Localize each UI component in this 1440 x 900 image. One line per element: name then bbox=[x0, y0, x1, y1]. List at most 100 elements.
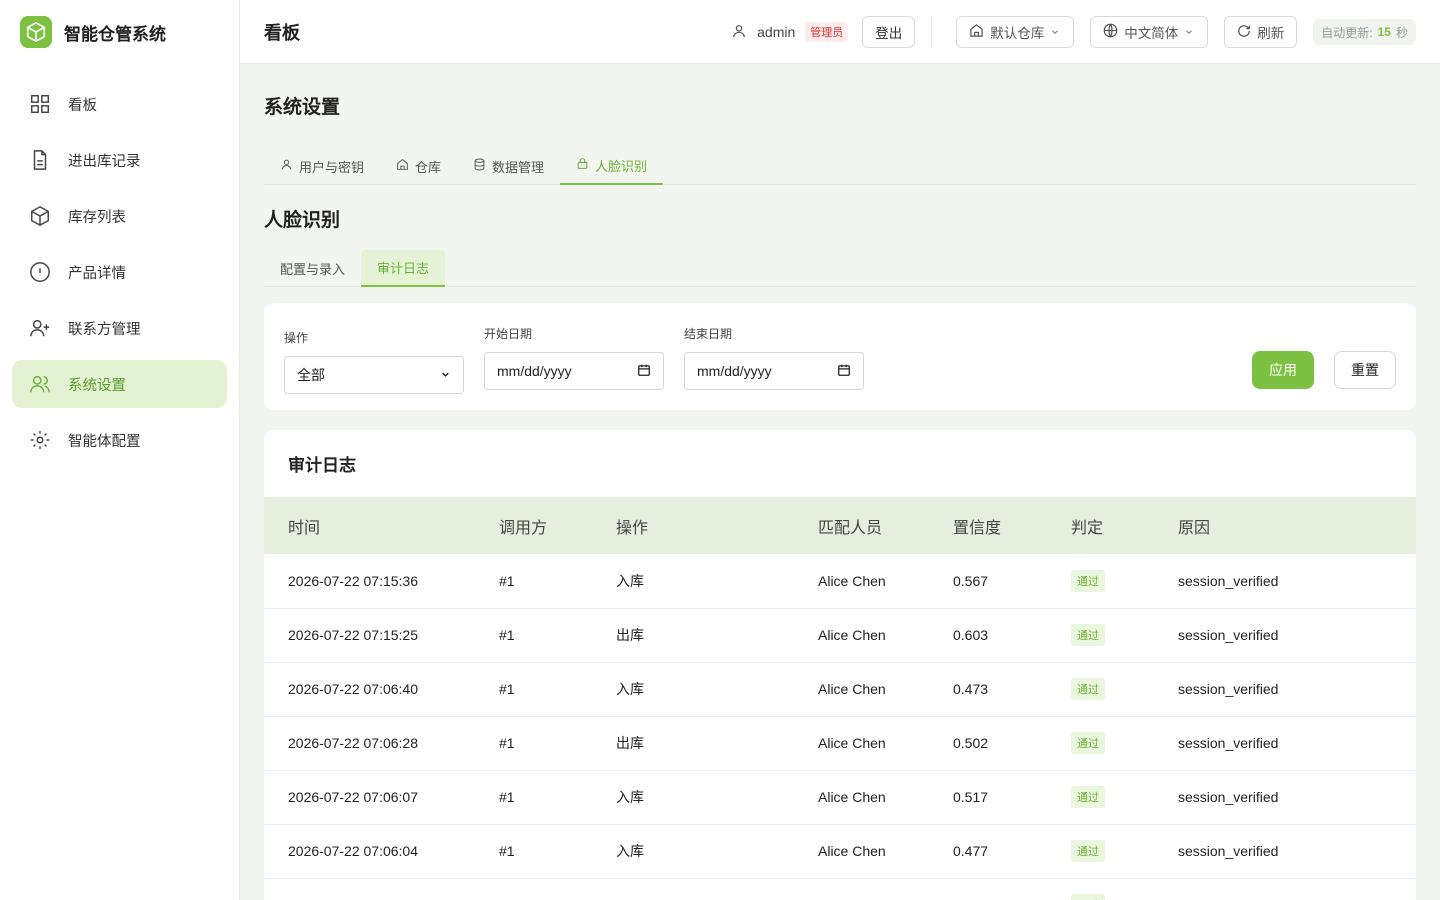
user-info: admin 管理员 bbox=[731, 22, 849, 42]
table-cell: Alice Chen bbox=[818, 770, 953, 825]
table-cell: Alice Chen bbox=[818, 662, 953, 717]
subtab-audit-log[interactable]: 审计日志 bbox=[361, 250, 446, 287]
tab-users-keys[interactable]: 用户与密钥 bbox=[264, 147, 380, 185]
globe-icon bbox=[1103, 23, 1118, 41]
table-cell: 2026-07-22 07:15:25 bbox=[264, 608, 499, 663]
table-cell: 出库 bbox=[616, 716, 818, 771]
top-header: 看板 admin 管理员 登出 默认仓库 中文简体 刷新 自动更新: 15 秒 bbox=[240, 0, 1440, 64]
verdict-cell: 通过 bbox=[1071, 662, 1178, 717]
sidebar-item-records[interactable]: 进出库记录 bbox=[12, 136, 227, 184]
brand: 智能仓管系统 bbox=[0, 0, 239, 64]
column-header: 操作 bbox=[616, 519, 649, 537]
table-cell: session_verified bbox=[1178, 824, 1416, 879]
table-header-row: 时间 调用方 操作 匹配人员 置信度 判定 原因 bbox=[264, 497, 1416, 554]
table-row: 2026-07-22 07:06:40 #1 入库 Alice Chen 0.473 通过… bbox=[264, 662, 1416, 717]
table-row: 2026-07-22 07:15:36 #1 入库 Alice Chen 0.567 通过… bbox=[264, 554, 1416, 609]
table-cell: session_verified bbox=[1178, 554, 1416, 609]
sidebar: 智能仓管系统 看板 进出库记录 库存列表 产品详情 联系方管理 系统设置 智能体… bbox=[0, 0, 240, 900]
column-header: 判定 bbox=[1071, 519, 1104, 537]
operation-value: 全部 bbox=[297, 367, 325, 383]
table-cell: session_verified bbox=[1178, 770, 1416, 825]
table-cell: 入库 bbox=[616, 662, 818, 717]
sidebar-item-contacts[interactable]: 联系方管理 bbox=[12, 304, 227, 352]
column-header: 时间 bbox=[288, 519, 321, 537]
role-badge: 管理员 bbox=[805, 22, 849, 42]
sidebar-item-label: 智能体配置 bbox=[68, 433, 141, 450]
table-row: 通过 bbox=[264, 878, 1416, 900]
language-label: 中文简体 bbox=[1124, 26, 1179, 41]
home-icon bbox=[396, 158, 409, 174]
verdict-cell: 通过 bbox=[1071, 770, 1178, 825]
logout-button[interactable]: 登出 bbox=[862, 16, 916, 48]
end-date-placeholder: mm/dd/yyyy bbox=[697, 363, 772, 379]
refresh-button[interactable]: 刷新 bbox=[1224, 16, 1298, 48]
sidebar-item-agent[interactable]: 智能体配置 bbox=[12, 416, 227, 464]
chevron-down-icon bbox=[1050, 25, 1060, 40]
table-cell: 2026-07-22 07:06:40 bbox=[264, 662, 499, 717]
table-cell: #1 bbox=[499, 608, 616, 663]
start-date-placeholder: mm/dd/yyyy bbox=[497, 363, 572, 379]
table-cell: 2026-07-22 07:15:36 bbox=[264, 554, 499, 609]
verdict-badge: 通过 bbox=[1071, 786, 1105, 808]
refresh-label: 刷新 bbox=[1257, 26, 1285, 41]
info-icon bbox=[28, 260, 52, 284]
verdict-badge: 通过 bbox=[1071, 732, 1105, 754]
table-cell: 出库 bbox=[616, 608, 818, 663]
box-icon bbox=[28, 204, 52, 228]
column-header: 匹配人员 bbox=[818, 519, 883, 537]
sun-icon bbox=[28, 428, 52, 452]
table-cell bbox=[1178, 878, 1416, 900]
table-cell: Alice Chen bbox=[818, 824, 953, 879]
tab-data-management[interactable]: 数据管理 bbox=[457, 147, 560, 185]
table-cell: Alice Chen bbox=[818, 608, 953, 663]
sidebar-item-settings[interactable]: 系统设置 bbox=[12, 360, 227, 408]
reset-button[interactable]: 重置 bbox=[1334, 351, 1396, 389]
user-icon bbox=[280, 158, 293, 174]
tab-face-recognition[interactable]: 人脸识别 bbox=[560, 147, 664, 185]
page-title: 系统设置 bbox=[264, 97, 341, 118]
sidebar-item-product[interactable]: 产品详情 bbox=[12, 248, 227, 296]
audit-log-card: 审计日志 时间 调用方 操作 匹配人员 置信度 判定 原因 2026-07-22… bbox=[264, 430, 1416, 900]
sidebar-item-label: 产品详情 bbox=[68, 265, 126, 282]
auto-update-unit: 秒 bbox=[1395, 25, 1408, 40]
table-cell: #1 bbox=[499, 716, 616, 771]
table-cell: session_verified bbox=[1178, 662, 1416, 717]
subtab-config[interactable]: 配置与录入 bbox=[264, 250, 361, 287]
table-cell: #1 bbox=[499, 770, 616, 825]
table-cell: 0.603 bbox=[953, 608, 1071, 663]
warehouse-select[interactable]: 默认仓库 bbox=[956, 16, 1075, 48]
end-date-field: 结束日期 mm/dd/yyyy bbox=[684, 325, 864, 390]
sidebar-item-label: 进出库记录 bbox=[68, 153, 141, 170]
sidebar-item-label: 系统设置 bbox=[68, 377, 126, 394]
table-cell: 2026-07-22 07:06:07 bbox=[264, 770, 499, 825]
tab-label: 人脸识别 bbox=[595, 158, 648, 174]
cube-logo-icon bbox=[20, 16, 52, 48]
operation-select[interactable]: 全部 bbox=[284, 356, 464, 394]
user-icon bbox=[731, 23, 747, 42]
language-select[interactable]: 中文简体 bbox=[1090, 16, 1209, 48]
table-cell bbox=[616, 878, 818, 900]
header-title: 看板 bbox=[264, 22, 300, 43]
auto-update-indicator: 自动更新: 15 秒 bbox=[1313, 19, 1416, 45]
sidebar-item-dashboard[interactable]: 看板 bbox=[12, 80, 227, 128]
settings-tabs: 用户与密钥 仓库 数据管理 人脸识别 bbox=[264, 147, 1416, 185]
start-date-input[interactable]: mm/dd/yyyy bbox=[484, 352, 664, 390]
table-cell: Alice Chen bbox=[818, 554, 953, 609]
table-cell: 2026-07-22 07:06:28 bbox=[264, 716, 499, 771]
main-content: 系统设置 用户与密钥 仓库 数据管理 人脸识别 人脸识别 配置与录入 审计日志 … bbox=[264, 64, 1416, 900]
table-cell: 入库 bbox=[616, 554, 818, 609]
tab-label: 用户与密钥 bbox=[299, 159, 365, 175]
verdict-badge: 通过 bbox=[1071, 624, 1105, 646]
table-cell: 0.502 bbox=[953, 716, 1071, 771]
tab-warehouse[interactable]: 仓库 bbox=[380, 147, 457, 185]
calendar-icon bbox=[837, 363, 851, 380]
face-subtabs: 配置与录入 审计日志 bbox=[264, 250, 1416, 287]
operation-label: 操作 bbox=[284, 331, 309, 345]
apply-button[interactable]: 应用 bbox=[1252, 351, 1314, 389]
sidebar-item-inventory[interactable]: 库存列表 bbox=[12, 192, 227, 240]
operation-field: 操作 全部 bbox=[284, 329, 464, 394]
end-date-input[interactable]: mm/dd/yyyy bbox=[684, 352, 864, 390]
username: admin bbox=[757, 24, 796, 40]
sidebar-item-label: 库存列表 bbox=[68, 209, 126, 226]
auto-update-label: 自动更新: bbox=[1321, 25, 1373, 40]
